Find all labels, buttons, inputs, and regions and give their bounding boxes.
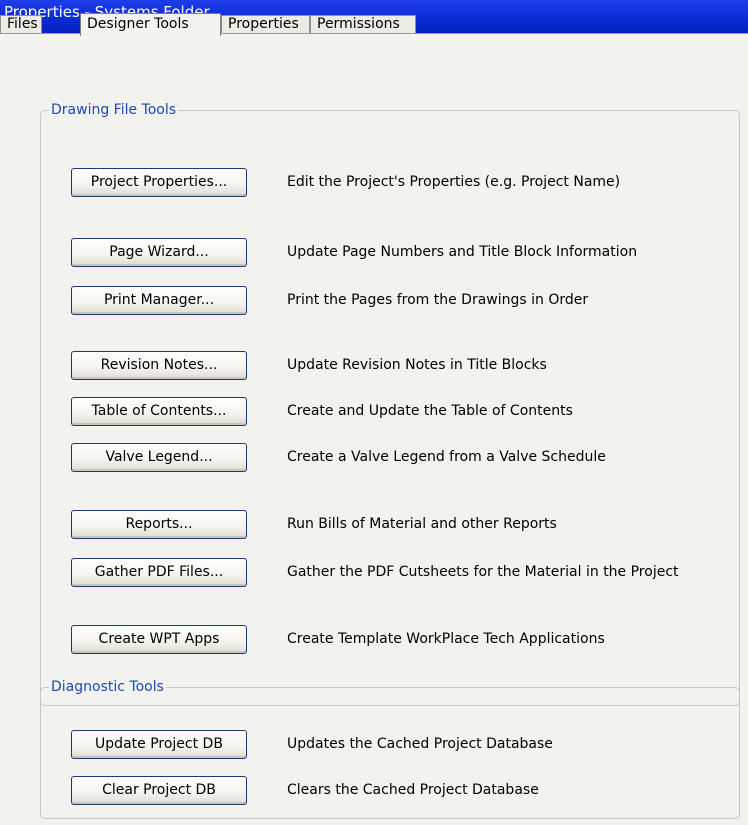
revision-notes-description: Update Revision Notes in Title Blocks: [287, 357, 547, 373]
clear-project-db-description: Clears the Cached Project Database: [287, 782, 539, 798]
drawing-file-tools-group: Drawing File Tools Project Properties...…: [40, 102, 740, 706]
reports-description: Run Bills of Material and other Reports: [287, 516, 557, 532]
gather-pdf-files-button[interactable]: Gather PDF Files...: [71, 558, 247, 587]
print-manager-button[interactable]: Print Manager...: [71, 286, 247, 315]
clear-project-db-button[interactable]: Clear Project DB: [71, 776, 247, 805]
page-wizard-button[interactable]: Page Wizard...: [71, 238, 247, 267]
page-wizard-description: Update Page Numbers and Title Block Info…: [287, 244, 638, 260]
table-of-contents-description: Create and Update the Table of Contents: [287, 403, 573, 419]
table-of-contents-button[interactable]: Table of Contents...: [71, 397, 247, 426]
reports-button[interactable]: Reports...: [71, 510, 247, 539]
gather-pdf-files-description: Gather the PDF Cutsheets for the Materia…: [287, 564, 679, 580]
valve-legend-description: Create a Valve Legend from a Valve Sched…: [287, 449, 606, 465]
tab-strip: Files Designer Tools Properties Permissi…: [0, 13, 748, 36]
tab-files[interactable]: Files: [0, 15, 42, 34]
revision-notes-button[interactable]: Revision Notes...: [71, 351, 247, 380]
project-properties-description: Edit the Project's Properties (e.g. Proj…: [287, 174, 621, 190]
diagnostic-tools-legend: Diagnostic Tools: [51, 679, 164, 695]
create-wpt-apps-description: Create Template WorkPlace Tech Applicati…: [287, 631, 605, 647]
tab-designer-tools[interactable]: Designer Tools: [80, 13, 221, 36]
update-project-db-button[interactable]: Update Project DB: [71, 730, 247, 759]
tab-properties[interactable]: Properties: [221, 15, 310, 34]
tab-permissions[interactable]: Permissions: [310, 15, 416, 34]
project-properties-button[interactable]: Project Properties...: [71, 168, 247, 197]
tab-panel-designer-tools: Drawing File Tools Project Properties...…: [0, 33, 748, 825]
valve-legend-button[interactable]: Valve Legend...: [71, 443, 247, 472]
diagnostic-tools-group: Diagnostic Tools Update Project DB Updat…: [40, 679, 740, 819]
print-manager-description: Print the Pages from the Drawings in Ord…: [287, 292, 589, 308]
drawing-file-tools-legend: Drawing File Tools: [51, 102, 177, 118]
create-wpt-apps-button[interactable]: Create WPT Apps: [71, 625, 247, 654]
update-project-db-description: Updates the Cached Project Database: [287, 736, 553, 752]
